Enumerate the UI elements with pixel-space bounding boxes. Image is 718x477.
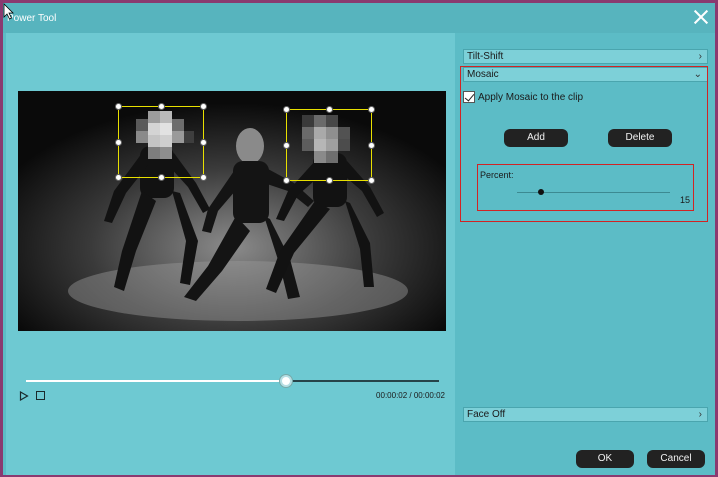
apply-mosaic-label: Apply Mosaic to the clip xyxy=(478,91,584,103)
video-frame xyxy=(18,91,446,331)
play-icon[interactable] xyxy=(19,391,29,401)
power-tool-window: Power Tool 00:00:02 / 00:00:02 Tilt-Shif… xyxy=(3,3,715,475)
preview-panel: 00:00:02 / 00:00:02 xyxy=(6,33,455,475)
resize-handle[interactable] xyxy=(283,177,290,184)
apply-mosaic-row[interactable]: Apply Mosaic to the clip xyxy=(463,91,583,103)
mosaic-region-1[interactable] xyxy=(115,103,207,181)
mouse-cursor-icon xyxy=(3,3,14,20)
section-label: Face Off xyxy=(467,409,506,420)
ok-button[interactable]: OK xyxy=(576,450,634,468)
resize-handle[interactable] xyxy=(368,177,375,184)
resize-handle[interactable] xyxy=(115,103,122,110)
resize-handle[interactable] xyxy=(115,174,122,181)
stop-icon[interactable] xyxy=(36,391,45,400)
resize-handle[interactable] xyxy=(200,103,207,110)
resize-handle[interactable] xyxy=(283,142,290,149)
delete-button[interactable]: Delete xyxy=(608,129,672,147)
resize-handle[interactable] xyxy=(368,142,375,149)
percent-label: Percent: xyxy=(480,170,514,180)
title-bar: Power Tool xyxy=(3,3,715,33)
resize-handle[interactable] xyxy=(326,177,333,184)
percent-slider-track[interactable] xyxy=(517,189,670,195)
chevron-right-icon: › xyxy=(698,51,702,62)
timeline-playhead[interactable] xyxy=(280,375,293,387)
resize-handle[interactable] xyxy=(200,139,207,146)
section-tilt-shift[interactable]: Tilt-Shift › xyxy=(463,49,708,64)
resize-handle[interactable] xyxy=(200,174,207,181)
section-face-off[interactable]: Face Off › xyxy=(463,407,708,422)
mosaic-region-2[interactable] xyxy=(283,106,375,184)
section-label: Tilt-Shift xyxy=(467,51,504,62)
apply-mosaic-checkbox[interactable] xyxy=(463,91,475,103)
resize-handle[interactable] xyxy=(283,106,290,113)
cancel-button[interactable]: Cancel xyxy=(647,450,705,468)
percent-value: 15 xyxy=(680,195,691,205)
time-display: 00:00:02 / 00:00:02 xyxy=(376,391,445,400)
close-icon[interactable] xyxy=(693,9,709,25)
settings-panel: Tilt-Shift › Mosaic ⌄ Apply Mosaic to th… xyxy=(455,33,715,475)
timeline-progress xyxy=(26,380,287,382)
resize-handle[interactable] xyxy=(158,103,165,110)
chevron-right-icon: › xyxy=(698,409,702,420)
resize-handle[interactable] xyxy=(326,106,333,113)
resize-handle[interactable] xyxy=(158,174,165,181)
resize-handle[interactable] xyxy=(368,106,375,113)
timeline-track[interactable] xyxy=(26,375,439,387)
video-preview[interactable] xyxy=(18,91,446,331)
add-button[interactable]: Add xyxy=(504,129,568,147)
resize-handle[interactable] xyxy=(115,139,122,146)
